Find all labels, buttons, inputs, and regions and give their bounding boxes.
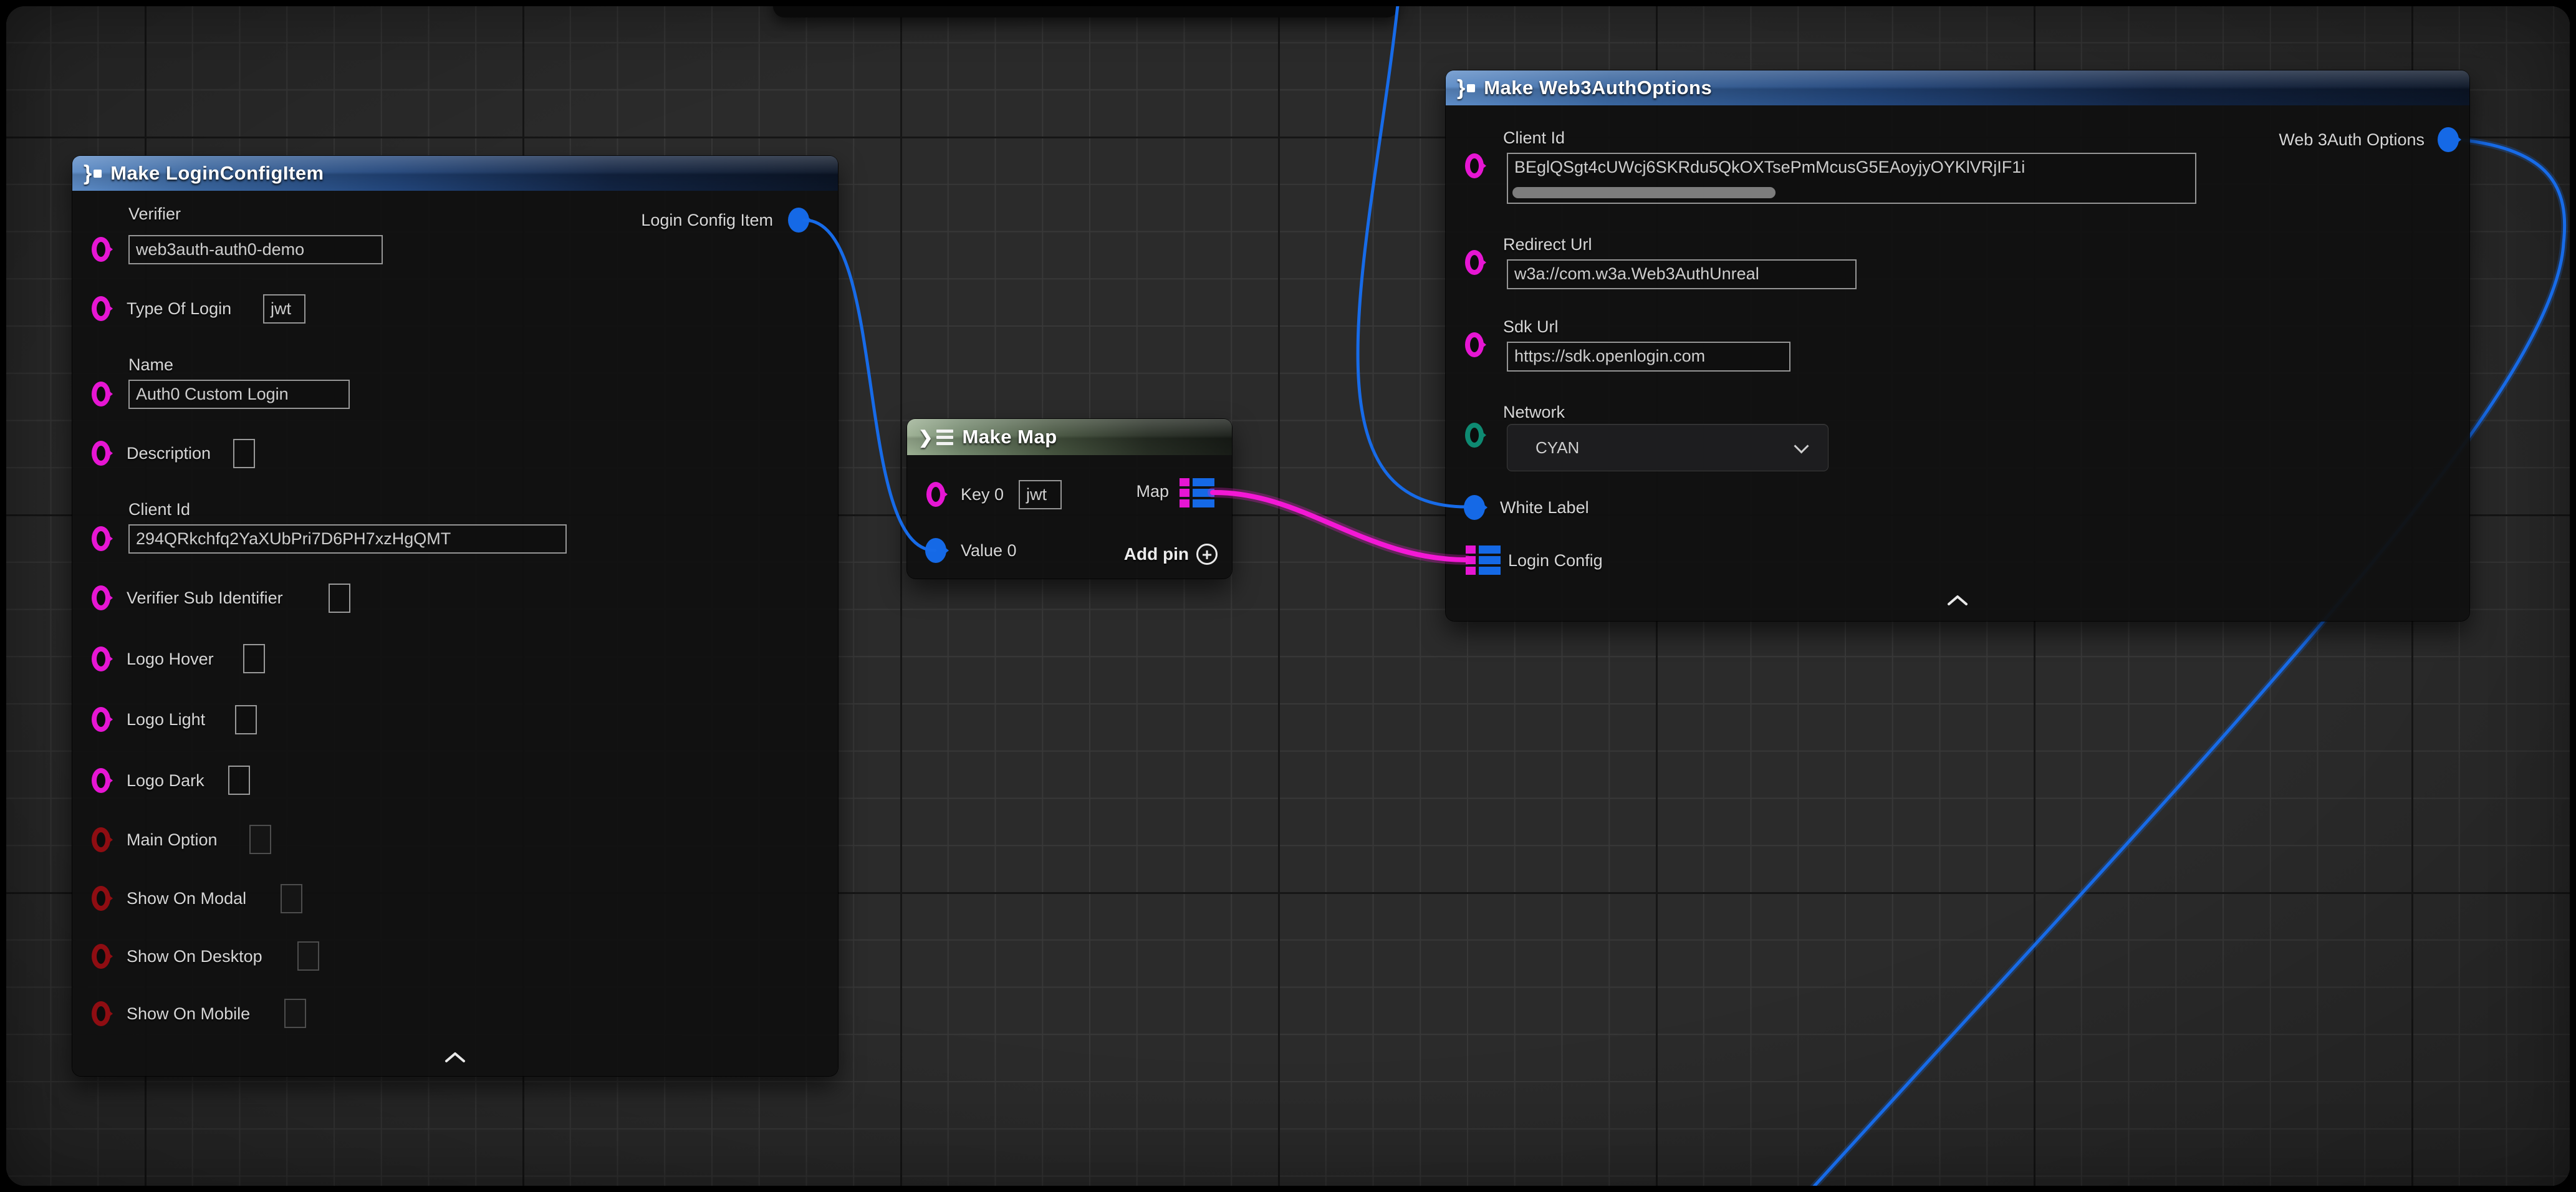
client-id-field[interactable]: BEglQSgt4cUWcj6SKRdu5QkOXTsePmMcusG5EAoy… [1507,153,2196,204]
pin-client-id[interactable] [92,526,110,551]
make-map-icon: ❯ [918,427,953,448]
output-pin-map[interactable] [1180,478,1214,507]
pin-label-show-on-desktop: Show On Desktop [127,947,262,966]
client-id-field[interactable]: 294QRkchfq2YaXUbPri7D6PH7xzHgQMT [128,524,567,554]
pin-label-network: Network [1503,403,1565,421]
collapse-node-chevron-icon[interactable] [1944,593,1971,608]
logo-hover-field[interactable] [243,644,265,673]
pin-value-0[interactable] [925,538,946,563]
output-pin-label: Web 3Auth Options [2163,130,2425,149]
make-struct-icon: } [84,161,102,186]
node-header-make-web3authoptions[interactable]: } Make Web3AuthOptions [1446,70,2469,105]
pin-description[interactable] [92,441,110,466]
pin-label-logo-dark: Logo Dark [127,771,204,790]
pin-label-show-on-mobile: Show On Mobile [127,1004,250,1023]
pin-redirect-url[interactable] [1465,250,1484,275]
pin-white-label[interactable] [1464,495,1485,520]
pin-key-0[interactable] [926,482,945,507]
show-on-desktop-checkbox[interactable] [297,941,319,971]
collapse-node-chevron-icon[interactable] [441,1050,469,1065]
pin-label-main-option: Main Option [127,830,218,849]
pin-verifier[interactable] [92,237,110,262]
pin-logo-dark[interactable] [92,768,110,793]
pin-label-type-of-login: Type Of Login [127,299,231,318]
chevron-down-icon [1794,438,1809,453]
pin-show-on-mobile[interactable] [92,1001,110,1026]
pin-client-id[interactable] [1465,153,1484,178]
show-on-mobile-checkbox[interactable] [284,999,306,1028]
offscreen-node-bottom-edge[interactable] [773,6,1398,17]
pin-label-redirect-url: Redirect Url [1503,235,1592,254]
pin-label-value-0: Value 0 [961,541,1017,560]
pin-type-of-login[interactable] [92,296,110,321]
node-make-web3authoptions[interactable]: } Make Web3AuthOptions Web 3Auth Options… [1446,70,2469,621]
make-struct-icon: } [1457,76,1475,100]
pin-label-map: Map [1082,482,1169,501]
pin-show-on-desktop[interactable] [92,944,110,969]
pin-label-client-id: Client Id [1503,128,1565,147]
pin-label-logo-hover: Logo Hover [127,650,214,668]
pin-logo-light[interactable] [92,707,110,732]
main-option-checkbox[interactable] [249,825,271,854]
description-field[interactable] [233,439,255,468]
pin-label-name: Name [128,355,173,374]
name-field[interactable]: Auth0 Custom Login [128,380,350,409]
pin-label-white-label: White Label [1500,498,1589,517]
add-pin-label: Add pin [1124,544,1189,564]
verifier-field[interactable]: web3auth-auth0-demo [128,235,383,264]
node-make-map[interactable]: ❯ Make Map Key 0 jwt Map Value 0 Add pin… [907,419,1232,579]
pin-sdk-url[interactable] [1465,332,1484,357]
logo-light-field[interactable] [235,705,257,734]
pin-label-sdk-url: Sdk Url [1503,317,1559,336]
key-0-field[interactable]: jwt [1019,480,1062,509]
pin-login-config[interactable] [1466,546,1501,575]
pin-label-key-0: Key 0 [961,485,1004,504]
node-make-loginconfigitem[interactable]: } Make LoginConfigItem Login Config Item… [72,156,838,1076]
add-pin-button[interactable]: Add pin + [1068,544,1218,565]
node-title: Make LoginConfigItem [110,162,324,185]
pin-network[interactable] [1465,423,1484,448]
pin-logo-hover[interactable] [92,646,110,671]
redirect-url-field[interactable]: w3a://com.w3a.Web3AuthUnreal [1507,259,1857,289]
node-title: Make Web3AuthOptions [1484,77,1712,99]
pin-verifier-sub-identifier[interactable] [92,585,110,610]
pin-label-verifier-sub-identifier: Verifier Sub Identifier [127,589,283,607]
node-title: Make Map [962,426,1057,448]
pin-label-show-on-modal: Show On Modal [127,889,246,908]
network-selected-value: CYAN [1507,438,1796,458]
pin-label-description: Description [127,444,211,463]
output-pin-login-config-item[interactable] [788,208,809,233]
pin-show-on-modal[interactable] [92,886,110,911]
show-on-modal-checkbox[interactable] [281,884,302,913]
node-header-make-loginconfigitem[interactable]: } Make LoginConfigItem [72,156,838,191]
output-pin-web3auth-options[interactable] [2438,127,2459,152]
node-header-make-map[interactable]: ❯ Make Map [907,419,1232,455]
sdk-url-field[interactable]: https://sdk.openlogin.com [1507,342,1790,372]
logo-dark-field[interactable] [228,766,250,795]
client-id-value: BEglQSgt4cUWcj6SKRdu5QkOXTsePmMcusG5EAoy… [1514,158,2025,176]
pin-name[interactable] [92,382,110,406]
field-scrollbar[interactable] [1512,187,1776,198]
pin-label-logo-light: Logo Light [127,710,205,729]
pin-main-option[interactable] [92,827,110,852]
add-pin-plus-icon: + [1196,544,1218,565]
pin-label-verifier: Verifier [128,204,181,223]
network-dropdown[interactable]: CYAN [1507,424,1829,471]
type-of-login-field[interactable]: jwt [263,294,305,324]
pin-label-client-id: Client Id [128,500,190,519]
verifier-sub-identifier-field[interactable] [329,584,350,613]
graph-viewport[interactable]: } Make LoginConfigItem Login Config Item… [6,6,2570,1186]
pin-label-login-config: Login Config [1508,551,1603,570]
output-pin-label: Login Config Item [565,211,773,229]
